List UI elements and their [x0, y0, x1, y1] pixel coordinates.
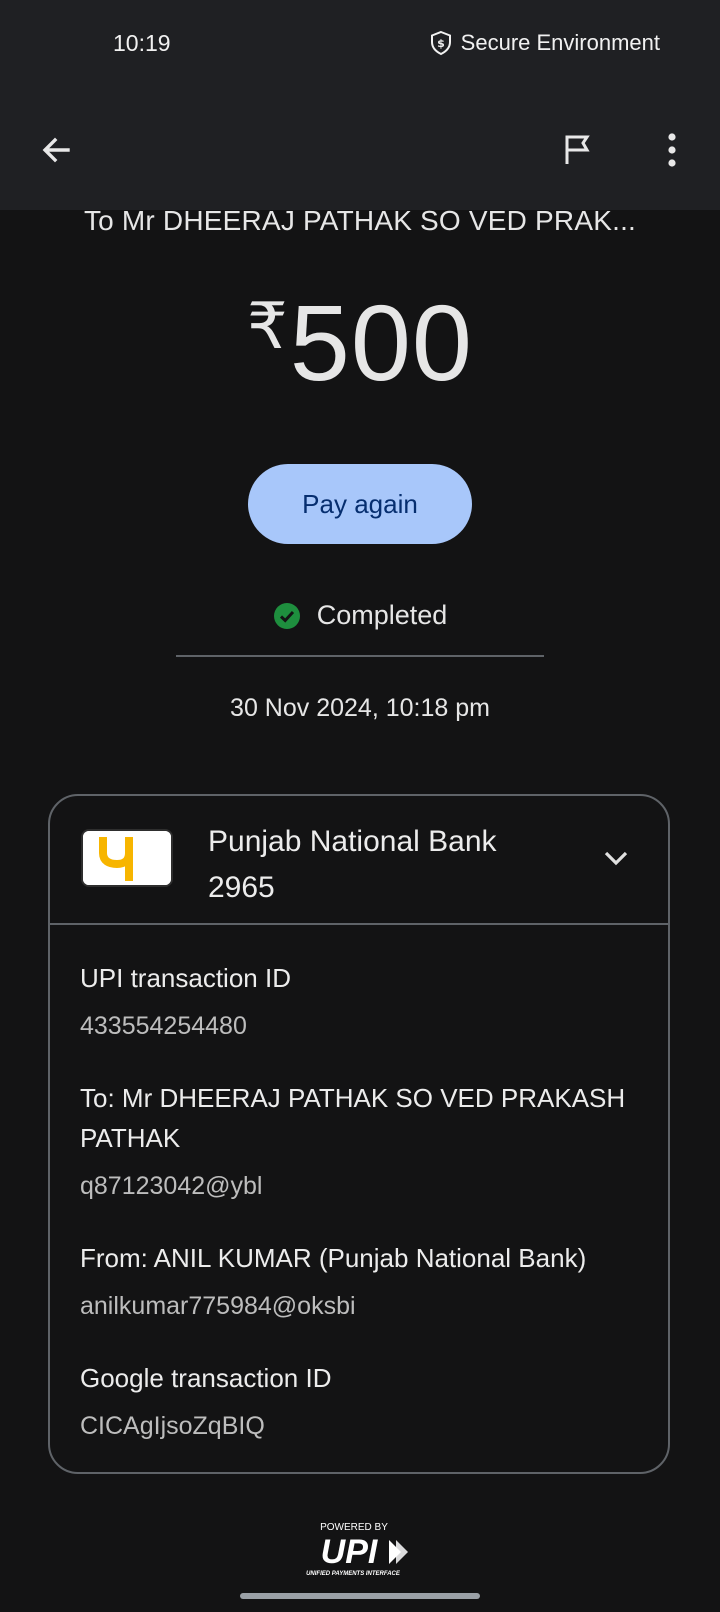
card-divider — [50, 923, 668, 925]
upi-transaction-id-section: UPI transaction ID 433554254480 — [80, 958, 640, 1046]
pay-again-button[interactable]: Pay again — [248, 464, 472, 544]
detail-label: From: ANIL KUMAR (Punjab National Bank) — [80, 1243, 587, 1273]
bank-account-number: 2965 — [208, 871, 275, 904]
status-time: 10:19 — [113, 30, 171, 56]
transaction-details-card: Punjab National Bank 2965 UPI transactio… — [48, 794, 670, 1474]
powered-by-label: POWERED BY — [320, 1522, 388, 1533]
check-circle-icon — [273, 602, 301, 630]
bank-name: Punjab National Bank — [208, 825, 497, 858]
report-button[interactable] — [553, 126, 601, 174]
payment-amount: ₹500 — [0, 280, 720, 405]
flag-icon — [565, 135, 590, 164]
status-bar: 10:19 $ Secure Environment — [0, 0, 720, 90]
upi-mark: UPI — [321, 1533, 379, 1571]
secure-environment-indicator: $ Secure Environment — [429, 30, 660, 56]
recipient-details-section: To: Mr DHEERAJ PATHAK SO VED PRAKASH PAT… — [80, 1078, 640, 1206]
divider — [176, 655, 544, 657]
upi-logo: POWERED BY UPI UNIFIED PAYMENTS INTERFAC… — [306, 1522, 408, 1577]
detail-label: To: Mr DHEERAJ PATHAK SO VED PRAKASH PAT… — [80, 1083, 626, 1153]
recipient-title: To Mr DHEERAJ PATHAK SO VED PRAK... — [83, 205, 637, 236]
arrow-left-icon — [42, 137, 70, 163]
detail-value: 433554254480 — [80, 1012, 247, 1040]
currency-symbol: ₹ — [247, 290, 288, 362]
secure-environment-label: Secure Environment — [460, 30, 660, 55]
detail-label: UPI transaction ID — [80, 963, 291, 993]
shield-dollar-icon: $ — [429, 30, 453, 56]
detail-value: q87123042@ybl — [80, 1172, 263, 1200]
sender-details-section: From: ANIL KUMAR (Punjab National Bank) … — [80, 1238, 640, 1326]
transaction-datetime: 30 Nov 2024, 10:18 pm — [230, 694, 490, 722]
more-vert-icon — [668, 133, 676, 167]
app-bar — [0, 90, 720, 210]
detail-value: anilkumar775984@oksbi — [80, 1292, 356, 1320]
upi-tagline: UNIFIED PAYMENTS INTERFACE — [306, 1571, 401, 1577]
payment-status: Completed — [0, 600, 720, 631]
more-options-button[interactable] — [648, 126, 696, 174]
detail-value: CICAgIjsoZqBIQ — [80, 1412, 265, 1440]
bank-account-row[interactable]: Punjab National Bank 2965 — [50, 796, 668, 924]
google-transaction-id-section: Google transaction ID CICAgIjsoZqBIQ — [80, 1358, 640, 1446]
detail-label: Google transaction ID — [80, 1363, 332, 1393]
upi-branding: POWERED BY UPI UNIFIED PAYMENTS INTERFAC… — [0, 1520, 720, 1580]
chevron-down-icon[interactable] — [598, 840, 634, 876]
back-button[interactable] — [32, 126, 80, 174]
svg-text:$: $ — [437, 37, 445, 50]
status-label: Completed — [316, 600, 448, 630]
pnb-logo-icon — [81, 829, 173, 887]
gesture-navigation-handle[interactable] — [240, 1593, 480, 1599]
amount-value: 500 — [289, 282, 473, 403]
